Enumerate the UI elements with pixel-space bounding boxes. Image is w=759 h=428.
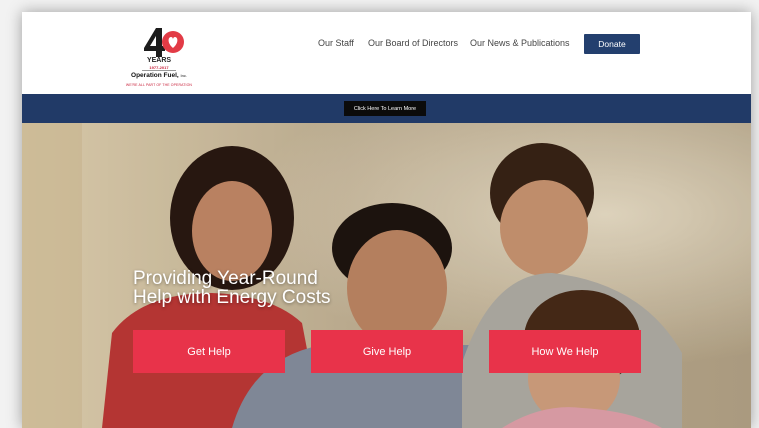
learn-more-button[interactable]: Click Here To Learn More <box>344 101 426 116</box>
logo-org-name: Operation Fuel, Inc. <box>118 72 200 79</box>
forty-years-logo-icon <box>144 28 184 57</box>
browser-page: YEARS 1977-2017 Operation Fuel, Inc. WE'… <box>22 12 751 428</box>
logo-tagline: WE'RE ALL PART OF THE OPERATION <box>125 83 193 87</box>
nav-our-staff[interactable]: Our Staff <box>318 38 354 48</box>
nav-news-publications[interactable]: Our News & Publications <box>470 38 570 48</box>
get-help-button[interactable]: Get Help <box>133 330 285 373</box>
logo-org-suffix: Inc. <box>180 73 187 78</box>
logo-org-name-text: Operation Fuel, <box>131 72 179 79</box>
announcement-banner: Click Here To Learn More <box>22 94 751 123</box>
donate-button[interactable]: Donate <box>584 34 640 54</box>
hero-section: Providing Year-Round Help with Energy Co… <box>22 123 751 428</box>
nav-board-of-directors[interactable]: Our Board of Directors <box>368 38 458 48</box>
hero-family-photo <box>22 123 751 428</box>
give-help-button[interactable]: Give Help <box>311 330 463 373</box>
logo-years-text: YEARS <box>146 57 172 64</box>
site-header: YEARS 1977-2017 Operation Fuel, Inc. WE'… <box>22 12 751 94</box>
hero-headline-line2: Help with Energy Costs <box>133 287 331 308</box>
hero-headline: Providing Year-Round Help with Energy Co… <box>133 269 330 307</box>
hero-headline-line1: Providing Year-Round <box>133 268 318 289</box>
how-we-help-button[interactable]: How We Help <box>489 330 641 373</box>
logo-divider <box>142 70 176 71</box>
site-logo[interactable]: YEARS 1977-2017 Operation Fuel, Inc. WE'… <box>118 26 200 92</box>
